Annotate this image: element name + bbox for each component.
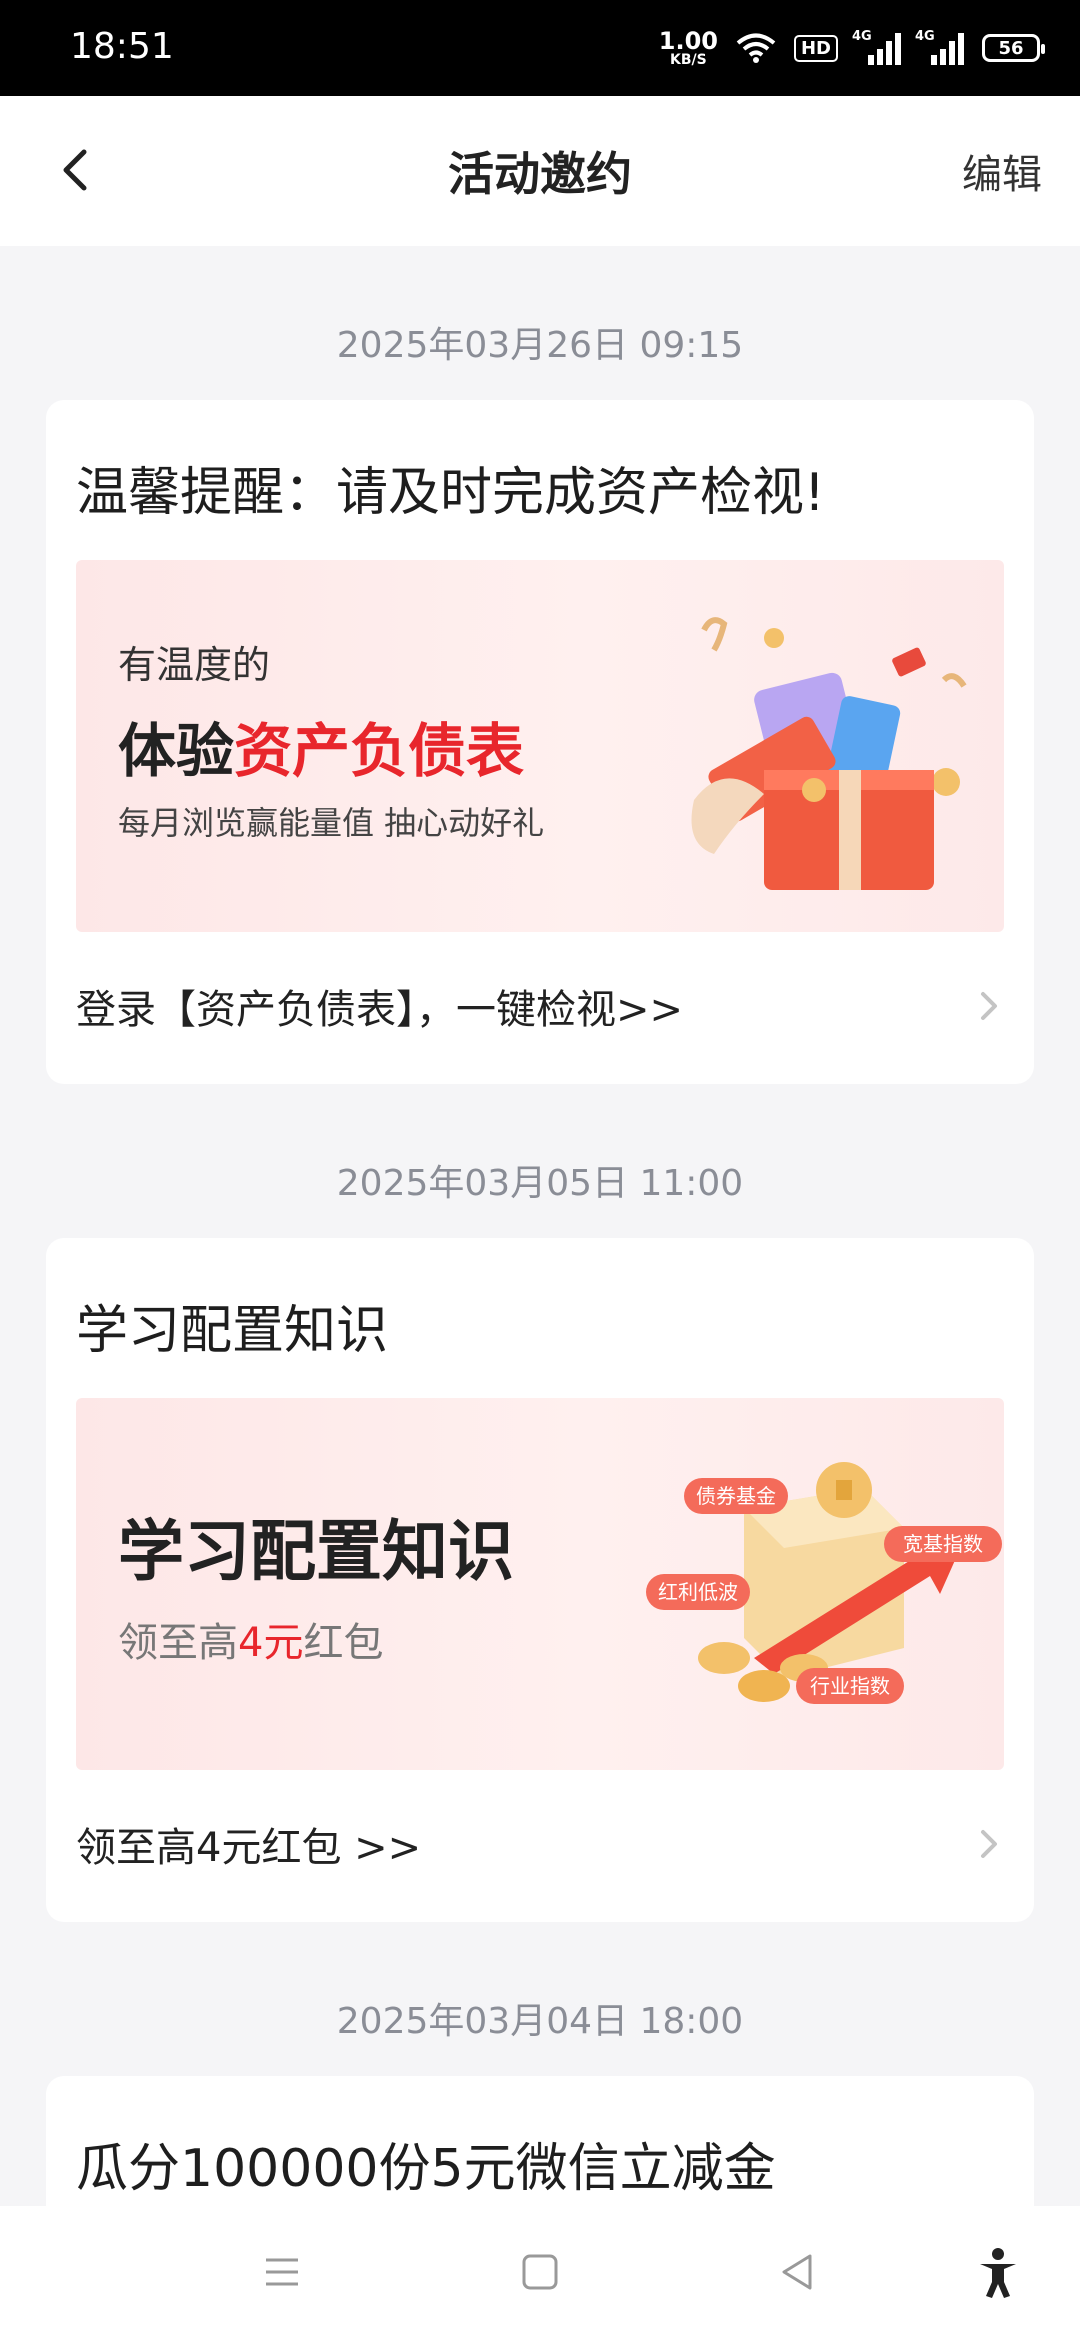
status-icons: 1.00 KB/S HD 4G 4G 56 [659,24,1045,72]
net-speed: 1.00 KB/S [659,29,718,67]
wifi-icon [736,33,776,63]
banner-asset-review[interactable]: 有温度的 体验资产负债表 每月浏览赢能量值 抽心动好礼 [76,560,1004,932]
signal-icon-2: 4G [915,29,964,65]
page-title: 活动邀约 [448,147,632,201]
banner-subtitle-amount: 4元 [238,1620,304,1666]
net-speed-unit: KB/S [670,52,707,68]
accessibility-icon[interactable] [968,2242,1028,2302]
banner-subtitle: 每月浏览赢能量值 抽心动好礼 [118,804,545,842]
card-footer-link[interactable]: 登录【资产负债表】，一键检视>> [76,928,1004,1084]
status-time: 18:51 [70,26,174,67]
card-title: 瓜分100000份5元微信立减金 [76,2139,776,2199]
card-footer-link[interactable]: 领至高4元红包 >> [76,1766,1004,1922]
top-nav-bar: 活动邀约 编辑 [0,96,1080,246]
chevron-right-icon [981,1830,997,1858]
menu-icon[interactable] [252,2242,312,2302]
edit-button[interactable]: 编辑 [962,142,1042,200]
message-list[interactable]: 2025年03月26日 09:15 温馨提醒：请及时完成资产检视! 有温度的 体… [0,246,1080,2206]
hd-voice-icon: HD [793,34,838,62]
banner-headline-highlight: 资产负债表 [234,717,525,785]
net-speed-value: 1.00 [658,27,718,55]
message-card-learning[interactable]: 学习配置知识 学习配置知识 领至高4元红包 债券基金 宽基指数 红利低波 行业指… [46,1238,1034,1922]
card-footer-text: 领至高4元红包 >> [76,1825,422,1871]
banner-pretitle: 有温度的 [118,643,271,687]
message-card-wechat-coupon[interactable]: 瓜分100000份5元微信立减金 [46,2076,1034,2206]
banner-headline-plain: 体验 [118,717,235,785]
tag-broad-index: 宽基指数 [903,1532,983,1556]
card-title: 学习配置知识 [76,1301,389,1361]
tag-bond-fund: 债券基金 [696,1484,776,1508]
banner-subtitle-post: 红包 [303,1620,384,1666]
message-date: 2025年03月05日 11:00 [336,1163,744,1204]
signal-label-1: 4G [852,29,872,44]
banner-headline: 学习配置知识 [118,1513,514,1590]
status-bar: 18:51 1.00 KB/S HD 4G 4G 56 [0,0,1080,96]
tag-industry-index: 行业指数 [810,1674,890,1698]
banner-subtitle: 领至高4元红包 [118,1610,383,1668]
signal-icon-1: 4G [852,29,901,65]
message-date: 2025年03月26日 09:15 [336,325,744,366]
chevron-right-icon [981,992,997,1020]
message-card-asset-review[interactable]: 温馨提醒：请及时完成资产检视! 有温度的 体验资产负债表 每月浏览赢能量值 抽心… [46,400,1034,1084]
tag-dividend-low-vol: 红利低波 [658,1580,738,1604]
banner-subtitle-pre: 领至高 [118,1620,238,1666]
banner-learning[interactable]: 学习配置知识 领至高4元红包 债券基金 宽基指数 红利低波 行业指数 [76,1398,1004,1770]
gift-box-illustration [691,617,967,890]
banner-headline: 体验资产负债表 [118,704,524,788]
card-footer-text: 登录【资产负债表】，一键检视>> [76,987,684,1033]
card-title: 温馨提醒：请及时完成资产检视! [76,463,825,523]
triangle-back-icon[interactable] [768,2242,828,2302]
message-date: 2025年03月04日 18:00 [336,2001,744,2042]
battery-icon: 56 [982,34,1045,62]
home-square-icon[interactable] [510,2242,570,2302]
fund-tags-illustration: 债券基金 宽基指数 红利低波 行业指数 [646,1462,1002,1704]
signal-label-2: 4G [915,29,935,44]
system-navigation-bar [0,2206,1080,2340]
